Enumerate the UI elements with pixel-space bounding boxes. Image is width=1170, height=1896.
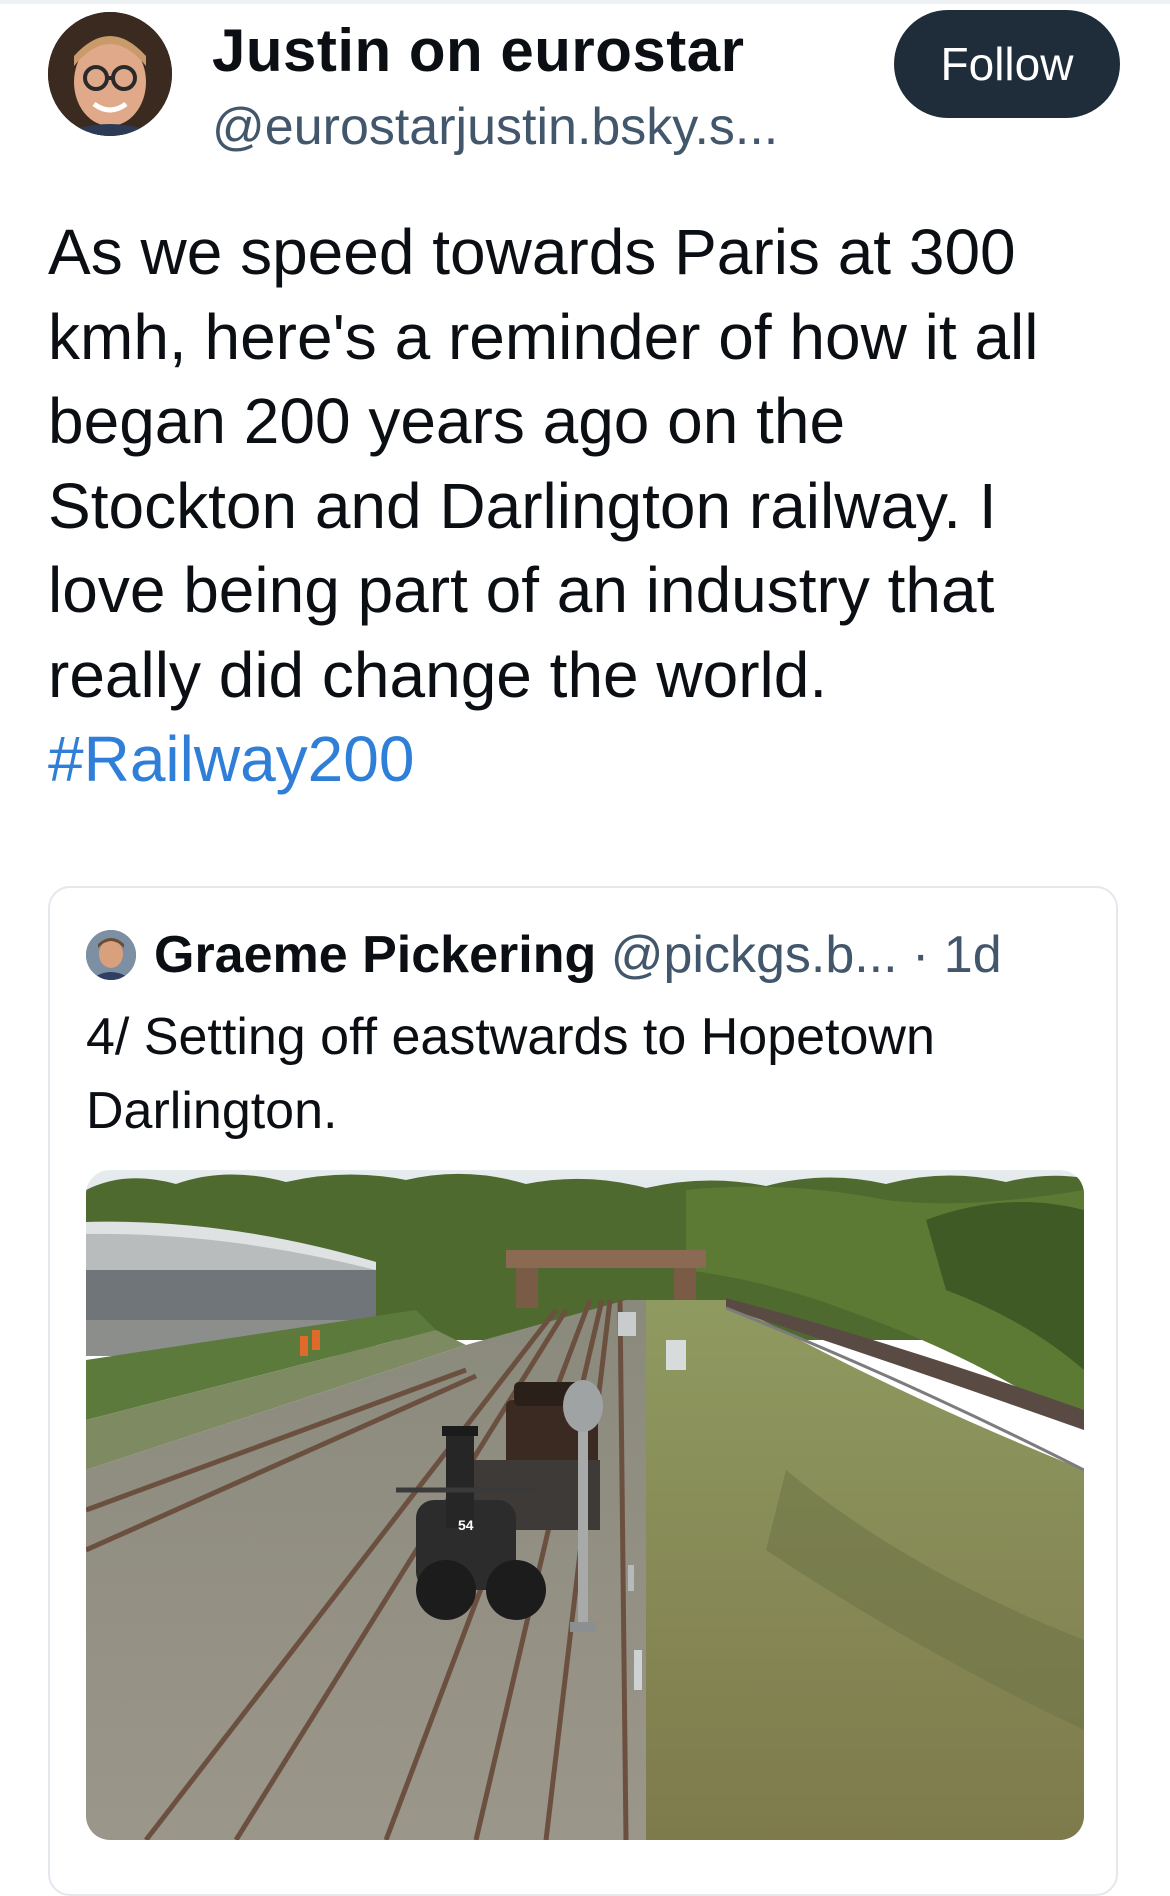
author-name[interactable]: Justin on eurostar [212, 16, 744, 86]
quote-header: Graeme Pickering @pickgs.b... · 1d [154, 924, 1002, 986]
author-avatar-image [48, 12, 172, 136]
quoted-post-card[interactable]: Graeme Pickering @pickgs.b... · 1d 4/ Se… [48, 886, 1118, 1896]
author-handle[interactable]: @eurostarjustin.bsky.s... [212, 96, 778, 158]
follow-button[interactable]: Follow [894, 10, 1120, 118]
quote-avatar-image [86, 930, 136, 980]
quote-author-handle[interactable]: @pickgs.b... [611, 926, 898, 984]
quote-timestamp[interactable]: · 1d [912, 926, 1002, 984]
quote-text: 4/ Setting off eastwards to Hopetown Dar… [86, 1008, 935, 1140]
quote-photo[interactable]: 54 [86, 1170, 1084, 1840]
quote-author-avatar[interactable] [86, 930, 136, 980]
author-avatar[interactable] [48, 12, 172, 136]
hashtag-link[interactable]: #Railway200 [48, 723, 414, 795]
post-text: As we speed towards Paris at 300 kmh, he… [48, 210, 1138, 802]
quote-author-name[interactable]: Graeme Pickering [154, 926, 596, 984]
top-divider [0, 0, 1170, 4]
railway-photo: 54 [86, 1170, 1084, 1840]
engine-number: 54 [458, 1517, 474, 1533]
post-body: As we speed towards Paris at 300 kmh, he… [48, 216, 1039, 711]
